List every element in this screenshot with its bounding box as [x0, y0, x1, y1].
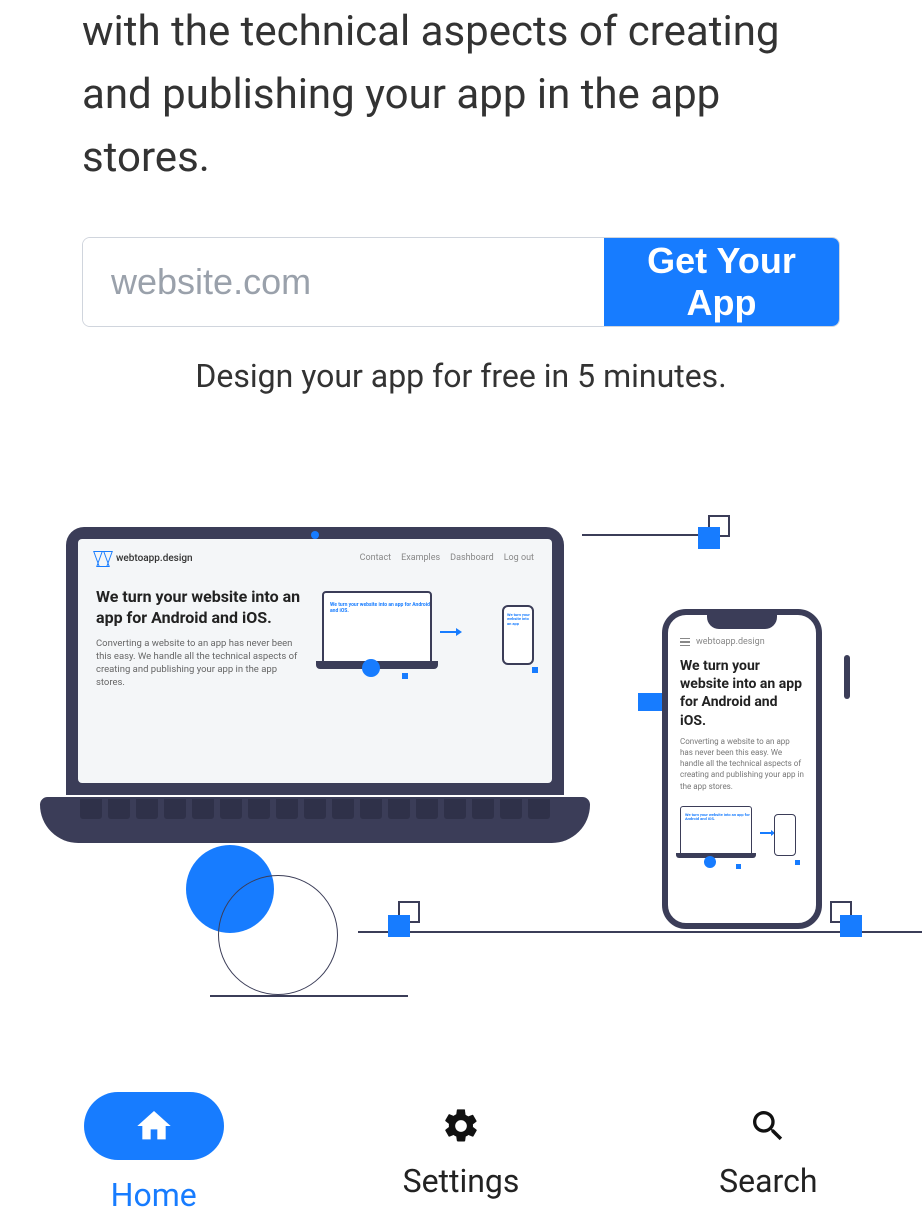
- illus-nav-link: Contact: [360, 553, 391, 563]
- phone-headline: We turn your website into an app for And…: [680, 657, 804, 730]
- illus-brand: webtoapp.design: [116, 553, 193, 564]
- ph-mini-laptop-text: We turn your website into an app for And…: [685, 813, 751, 822]
- website-input[interactable]: [83, 238, 604, 326]
- nav-search[interactable]: Search: [615, 1074, 922, 1232]
- decoration-square-fill: [388, 915, 410, 937]
- mini-laptop-text: We turn your website into an app for And…: [330, 603, 430, 614]
- nav-home[interactable]: Home: [0, 1074, 307, 1232]
- cta-note: Design your app for free in 5 minutes.: [82, 357, 840, 395]
- decoration-circle-ring: [218, 875, 338, 995]
- mini-phone-text: We turn your website into an app: [507, 613, 532, 626]
- search-icon: [748, 1106, 788, 1146]
- hamburger-icon: [680, 638, 690, 647]
- hero-illustration: webtoapp.design Contact Examples Dashboa…: [82, 515, 840, 1035]
- ph-mini-arrow-icon: [760, 832, 772, 834]
- laptop-illustration: webtoapp.design Contact Examples Dashboa…: [40, 527, 590, 843]
- nav-settings[interactable]: Settings: [307, 1074, 614, 1232]
- mini-arrow-icon: [440, 631, 458, 633]
- illus-nav-link: Log out: [504, 553, 534, 563]
- phone-illustration: webtoapp.design We turn your website int…: [662, 609, 822, 929]
- gear-icon: [441, 1106, 481, 1146]
- nav-home-label: Home: [111, 1176, 197, 1214]
- illus-body: Converting a website to an app has never…: [96, 637, 308, 690]
- decoration-square-fill: [840, 915, 862, 937]
- brand-logo-icon: [96, 551, 110, 565]
- nav-search-label: Search: [719, 1162, 817, 1200]
- decoration-square-fill: [698, 527, 720, 549]
- home-icon: [134, 1106, 174, 1146]
- cta-row: Get Your App: [82, 237, 840, 327]
- get-app-button[interactable]: Get Your App: [604, 238, 839, 326]
- nav-settings-label: Settings: [403, 1162, 520, 1200]
- illus-headline: We turn your website into an app for And…: [96, 587, 308, 629]
- bottom-nav: Home Settings Search: [0, 1074, 922, 1232]
- phone-body: Converting a website to an app has never…: [680, 736, 804, 792]
- hero-subheading: with the technical aspects of creating a…: [82, 0, 840, 189]
- illus-nav-link: Examples: [401, 553, 440, 563]
- phone-brand: webtoapp.design: [696, 637, 765, 647]
- illus-nav-link: Dashboard: [450, 553, 494, 563]
